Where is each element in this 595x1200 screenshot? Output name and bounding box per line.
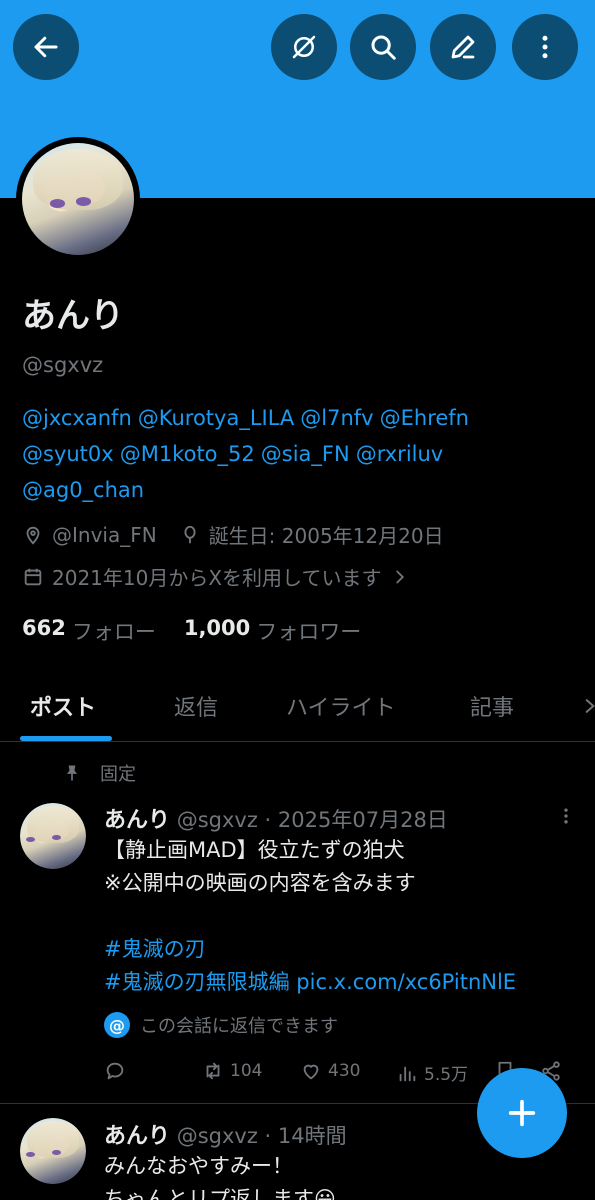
post-time[interactable]: 2025年07月28日 bbox=[278, 808, 448, 832]
post-media-link[interactable]: pic.x.com/xc6PitnNlE bbox=[296, 970, 516, 994]
search-button[interactable] bbox=[350, 14, 416, 80]
pinned-label: 固定 bbox=[100, 764, 136, 785]
post-avatar[interactable] bbox=[20, 803, 86, 869]
pinned-indicator: 固定 bbox=[62, 760, 136, 786]
back-button[interactable] bbox=[13, 14, 79, 80]
bio-mention[interactable]: @rxriluv bbox=[356, 442, 444, 466]
profile-meta-location-birthday: @Invia_FN 誕生日: 2005年12月20日 bbox=[22, 520, 444, 549]
views-chart-icon bbox=[399, 1066, 416, 1081]
retweet-count: 104 bbox=[230, 1061, 263, 1081]
profile-handle: @sgxvz bbox=[22, 353, 104, 377]
avatar-image bbox=[20, 1118, 86, 1184]
bio-mention[interactable]: @sia_FN bbox=[261, 442, 350, 466]
reply-button[interactable] bbox=[104, 1060, 126, 1082]
heart-icon bbox=[303, 1064, 319, 1080]
profile-avatar[interactable] bbox=[16, 137, 140, 261]
post-body: 【静止画MAD】役立たずの狛犬 ※公開中の映画の内容を含みます #鬼滅の刃 #鬼… bbox=[104, 834, 584, 999]
tab-articles[interactable]: 記事 bbox=[470, 690, 514, 722]
followers-label[interactable]: フォロワー bbox=[256, 616, 361, 646]
post-author-name[interactable]: あんり bbox=[104, 808, 170, 833]
reply-permission-text: この会話に返信できます bbox=[140, 1016, 338, 1037]
bio-mention[interactable]: @syut0x bbox=[22, 442, 114, 466]
post-line: ちゃんとリプ返します😀 bbox=[104, 1187, 336, 1200]
post-header: あんり @sgxvz · 2025年07月28日 bbox=[104, 802, 448, 834]
post-author-handle[interactable]: @sgxvz bbox=[177, 808, 258, 832]
avatar-image bbox=[20, 803, 86, 869]
tab-replies[interactable]: 返信 bbox=[174, 690, 218, 722]
bio-mention[interactable]: @ag0_chan bbox=[22, 478, 144, 502]
edit-button[interactable] bbox=[430, 14, 496, 80]
post-hashtag[interactable]: #鬼滅の刃無限城編 bbox=[104, 970, 290, 994]
post-author-handle[interactable]: @sgxvz bbox=[177, 1124, 258, 1148]
bio-mention[interactable]: @l7nfv bbox=[300, 406, 373, 430]
profile-name: あんり bbox=[22, 296, 124, 336]
profile-joined-row[interactable]: 2021年10月からXを利用しています bbox=[22, 562, 411, 591]
following-count[interactable]: 662 bbox=[22, 616, 66, 646]
post-line: ※公開中の映画の内容を含みます bbox=[104, 871, 416, 895]
post-author-name[interactable]: あんり bbox=[104, 1124, 170, 1149]
plus-icon bbox=[508, 1099, 536, 1127]
reply-icon bbox=[106, 1062, 124, 1080]
post-time[interactable]: 14時間 bbox=[278, 1124, 347, 1148]
post-header: あんり @sgxvz · 14時間 bbox=[104, 1118, 347, 1150]
calendar-icon bbox=[24, 568, 42, 585]
active-tab-indicator bbox=[20, 736, 112, 741]
retweet-icon bbox=[206, 1062, 220, 1080]
like-count: 430 bbox=[328, 1061, 361, 1081]
like-button[interactable]: 430 bbox=[300, 1060, 360, 1082]
tab-posts[interactable]: ポスト bbox=[30, 690, 96, 722]
arrow-left-icon bbox=[34, 36, 58, 58]
follow-stats: 662 フォロー 1,000 フォロワー bbox=[22, 616, 361, 646]
tab-highlights[interactable]: ハイライト bbox=[286, 690, 396, 722]
post-avatar[interactable] bbox=[20, 1118, 86, 1184]
profile-birthday: 誕生日: 2005年12月20日 bbox=[208, 524, 444, 548]
post-line: 【静止画MAD】役立たずの狛犬 bbox=[104, 838, 405, 862]
following-label[interactable]: フォロー bbox=[72, 616, 156, 646]
post-more-icon[interactable] bbox=[556, 804, 576, 828]
bio-mention[interactable]: @M1koto_52 bbox=[120, 442, 255, 466]
profile-tabs: ポスト 返信 ハイライト 記事 bbox=[0, 672, 595, 742]
tabs-scroll-chevron-icon[interactable] bbox=[580, 694, 595, 718]
bio-mention[interactable]: @Ehrefn bbox=[380, 406, 469, 430]
post-separator: · bbox=[264, 1124, 272, 1148]
mention-badge-icon: @ bbox=[104, 1012, 130, 1038]
pin-icon bbox=[67, 765, 77, 781]
location-pin-icon bbox=[26, 526, 40, 545]
profile-location: @Invia_FN bbox=[52, 522, 157, 547]
more-options-button[interactable] bbox=[512, 14, 578, 80]
bio-mention[interactable]: @Kurotya_LILA bbox=[138, 406, 295, 430]
grok-button[interactable] bbox=[271, 14, 337, 80]
compose-post-button[interactable] bbox=[477, 1068, 567, 1158]
reply-permission-note: @ この会話に返信できます bbox=[104, 1012, 338, 1038]
bio-mention[interactable]: @jxcxanfn bbox=[22, 406, 132, 430]
retweet-button[interactable]: 104 bbox=[202, 1060, 262, 1082]
more-vertical-icon bbox=[542, 35, 548, 59]
avatar-image bbox=[22, 143, 134, 255]
views-button[interactable]: 5.5万 bbox=[396, 1060, 468, 1085]
post-body: みんなおやすみー！ ちゃんとリプ返します😀 bbox=[104, 1150, 584, 1200]
grok-icon bbox=[292, 35, 316, 59]
search-icon bbox=[371, 35, 396, 60]
post-hashtag[interactable]: #鬼滅の刃 bbox=[104, 933, 584, 966]
followers-count[interactable]: 1,000 bbox=[184, 616, 250, 646]
pencil-icon bbox=[451, 35, 475, 59]
chevron-right-icon bbox=[396, 570, 405, 583]
profile-joined: 2021年10月からXを利用しています bbox=[52, 566, 382, 590]
views-count: 5.5万 bbox=[424, 1065, 469, 1085]
balloon-icon bbox=[184, 525, 196, 543]
profile-bio: @jxcxanfn @Kurotya_LILA @l7nfv @Ehrefn @syu… bbox=[22, 400, 582, 508]
post-separator: · bbox=[264, 808, 272, 832]
